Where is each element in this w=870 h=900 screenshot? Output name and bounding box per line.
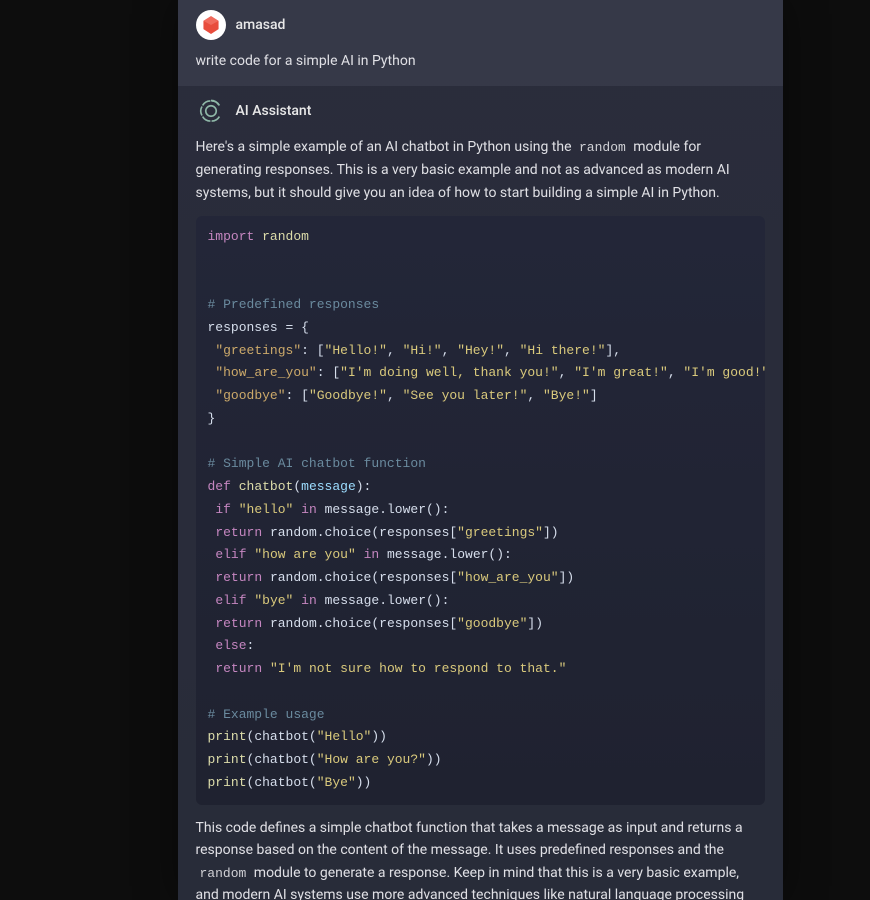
tk-str: "I'm great!" xyxy=(574,365,668,380)
tk-responses: responses = { xyxy=(208,320,309,335)
message-header: AI Assistant xyxy=(196,96,765,126)
tk-punct: ], xyxy=(605,343,621,358)
tk-def: def xyxy=(208,479,231,494)
user-message: amasad write code for a simple AI in Pyt… xyxy=(178,0,783,86)
assistant-intro: Here's a simple example of an AI chatbot… xyxy=(196,136,765,204)
user-avatar xyxy=(196,10,226,40)
tk-str: "Hey!" xyxy=(457,343,504,358)
outro-text-pre: This code defines a simple chatbot funct… xyxy=(196,820,743,858)
message-header: amasad xyxy=(196,10,765,40)
tk-str: "I'm doing well, thank you!" xyxy=(340,365,558,380)
tk-arg: message xyxy=(301,479,356,494)
tk-comment: # Simple AI chatbot function xyxy=(208,456,426,471)
tk-comment: # Example usage xyxy=(208,707,325,722)
tk-random: random xyxy=(262,229,309,244)
tk-punct: : [ xyxy=(301,343,324,358)
user-avatar-icon xyxy=(200,14,222,36)
code-block[interactable]: import random # Predefined responses res… xyxy=(196,216,765,805)
tk-str: "Hello!" xyxy=(325,343,387,358)
tk-str: "I'm good!" xyxy=(683,365,764,380)
tk-str: "See you later!" xyxy=(403,388,528,403)
tk-comment: # Predefined responses xyxy=(208,297,380,312)
assistant-message: AI Assistant Here's a simple example of … xyxy=(178,86,783,900)
tk-fn: chatbot xyxy=(239,479,294,494)
openai-icon xyxy=(196,96,226,126)
tk-punct: : [ xyxy=(317,365,340,380)
assistant-outro: This code defines a simple chatbot funct… xyxy=(196,817,765,900)
tk-import: import xyxy=(208,229,255,244)
assistant-avatar xyxy=(196,96,226,126)
tk-str: "Hi there!" xyxy=(520,343,606,358)
tk-punct: : [ xyxy=(286,388,309,403)
tk-str: "Goodbye!" xyxy=(309,388,387,403)
outro-text-post: module to generate a response. Keep in m… xyxy=(196,865,745,900)
tk-str: "Hi!" xyxy=(403,343,442,358)
tk-punct: ] xyxy=(590,388,598,403)
tk-key: "greetings" xyxy=(215,343,301,358)
tk-key: "goodbye" xyxy=(215,388,285,403)
tk-key: "how_are_you" xyxy=(215,365,316,380)
inline-code-random: random xyxy=(575,139,630,156)
tk-brace: } xyxy=(208,411,216,426)
user-message-text: write code for a simple AI in Python xyxy=(196,50,765,72)
assistant-name: AI Assistant xyxy=(236,101,312,122)
chat-panel[interactable]: amasad write code for a simple AI in Pyt… xyxy=(178,0,783,900)
intro-text-pre: Here's a simple example of an AI chatbot… xyxy=(196,139,575,155)
inline-code-random: random xyxy=(196,865,251,882)
user-name: amasad xyxy=(236,15,286,36)
tk-str: "Bye!" xyxy=(543,388,590,403)
